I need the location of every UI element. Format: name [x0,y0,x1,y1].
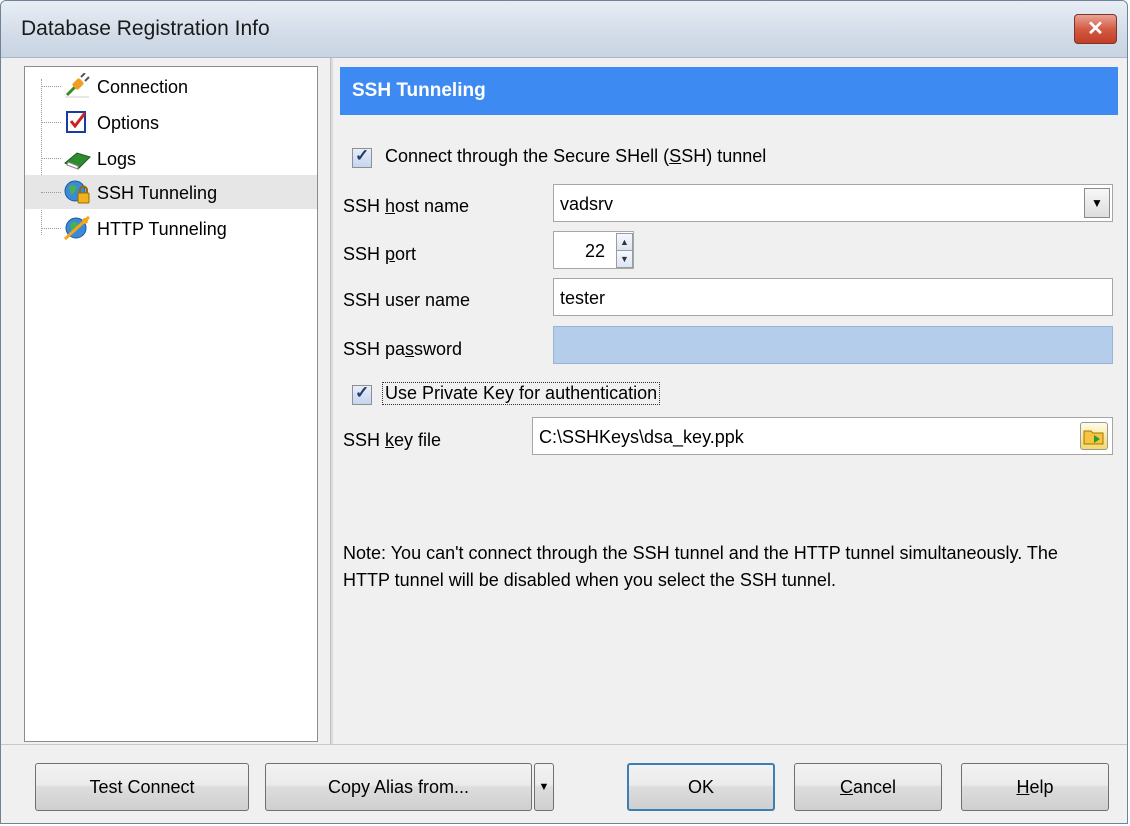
navigation-tree: Connection Options Logs SSH Tunneling HT… [24,66,318,742]
cancel-button[interactable]: Cancel [794,763,942,811]
ssh-port-value: 22 [584,241,605,261]
button-label: ancel [852,777,897,797]
tree-item-http-tunneling[interactable]: HTTP Tunneling [25,211,317,245]
ssh-port-stepper[interactable]: 22 ▲ ▼ [553,231,634,269]
ssh-password-label: SSH password [343,339,462,360]
ssh-tunnel-checkbox[interactable]: ✓ [352,146,372,168]
globe-satellite-icon [63,215,91,241]
label-accelerator: S [669,146,682,166]
label-text: ey file [394,430,442,450]
tree-item-ssh-tunneling[interactable]: SSH Tunneling [25,175,317,209]
ssh-tunnel-checkbox-label[interactable]: Connect through the Secure SHell (SSH) t… [385,146,766,167]
options-checkbox-icon [66,111,87,133]
section-header-title: SSH Tunneling [352,80,486,101]
chevron-down-icon: ▼ [538,781,550,793]
help-button[interactable]: Help [961,763,1109,811]
tree-connector [41,228,61,229]
button-accelerator: C [839,777,853,797]
test-connect-button[interactable]: Test Connect [35,763,249,811]
checkmark-icon: ✓ [355,383,370,402]
label-accelerator: k [385,430,395,450]
ssh-key-file-input[interactable]: C:\SSHKeys\dsa_key.ppk [532,417,1113,455]
ssh-port-label: SSH port [343,244,416,265]
plug-icon [65,73,90,98]
ok-button[interactable]: OK [627,763,775,811]
spin-up-icon[interactable]: ▲ [616,233,633,251]
tree-item-logs[interactable]: Logs [25,141,317,175]
ssh-password-input[interactable] [553,326,1113,364]
copy-alias-button[interactable]: Copy Alias from... [265,763,532,811]
label-text: ost name [395,196,470,216]
ssh-key-file-label: SSH key file [343,430,441,451]
tree-item-label: Logs [97,149,137,169]
label-accelerator: h [385,196,396,216]
spin-down-icon[interactable]: ▼ [616,250,633,268]
close-button[interactable]: ✕ [1074,14,1117,44]
label-text: SSH [343,244,386,264]
label-text: Connect through the Secure SHell ( [385,146,670,166]
label-text: SH) tunnel [681,146,767,166]
book-icon [64,152,91,170]
tree-item-connection[interactable]: Connection [25,69,317,103]
button-label: elp [1029,777,1054,797]
ssh-host-label: SSH host name [343,196,469,217]
ssh-user-value: tester [560,288,606,308]
label-accelerator: p [385,244,396,264]
tree-item-label: Connection [97,77,189,97]
tunnel-note: Note: You can't connect through the SSH … [343,543,1058,590]
private-key-checkbox-label[interactable]: Use Private Key for authentication [382,382,661,405]
tree-connector [41,192,61,193]
label-accelerator: s [405,339,415,359]
ssh-host-combobox[interactable]: vadsrv ▼ [553,184,1113,222]
copy-alias-dropdown-button[interactable]: ▼ [534,763,554,811]
tree-item-label: HTTP Tunneling [97,219,227,239]
ssh-host-value: vadsrv [560,194,614,214]
tree-connector [41,122,61,123]
window-title: Database Registration Info [21,17,270,40]
label-text: SSH [343,430,386,450]
label-text: sword [414,339,463,359]
panel-divider [330,58,333,744]
label-text: SSH [343,196,386,216]
button-accelerator: H [1016,777,1030,797]
ssh-key-file-value: C:\SSHKeys\dsa_key.ppk [539,427,744,447]
open-folder-button[interactable] [1080,422,1108,450]
tree-item-options[interactable]: Options [25,105,317,139]
label-text: SSH pa [343,339,406,359]
ssh-user-label: SSH user name [343,290,471,310]
close-icon: ✕ [1087,18,1104,40]
chevron-down-icon[interactable]: ▼ [1084,188,1110,218]
tree-connector [41,86,61,87]
section-header: SSH Tunneling [340,67,1118,115]
label-text: ort [395,244,417,264]
title-bar: Database Registration Info ✕ [1,1,1127,58]
tree-item-label: Options [97,113,160,133]
tree-connector [41,158,61,159]
checkmark-icon: ✓ [355,146,370,165]
folder-icon [1083,430,1104,445]
dialog-window: Database Registration Info ✕ Connection [0,0,1128,824]
ssh-user-input[interactable]: tester [553,278,1113,316]
dialog-content: Connection Options Logs SSH Tunneling HT… [10,58,1120,744]
private-key-checkbox[interactable]: ✓ [352,383,372,405]
tree-item-label: SSH Tunneling [97,183,218,203]
globe-lock-icon [64,180,90,204]
